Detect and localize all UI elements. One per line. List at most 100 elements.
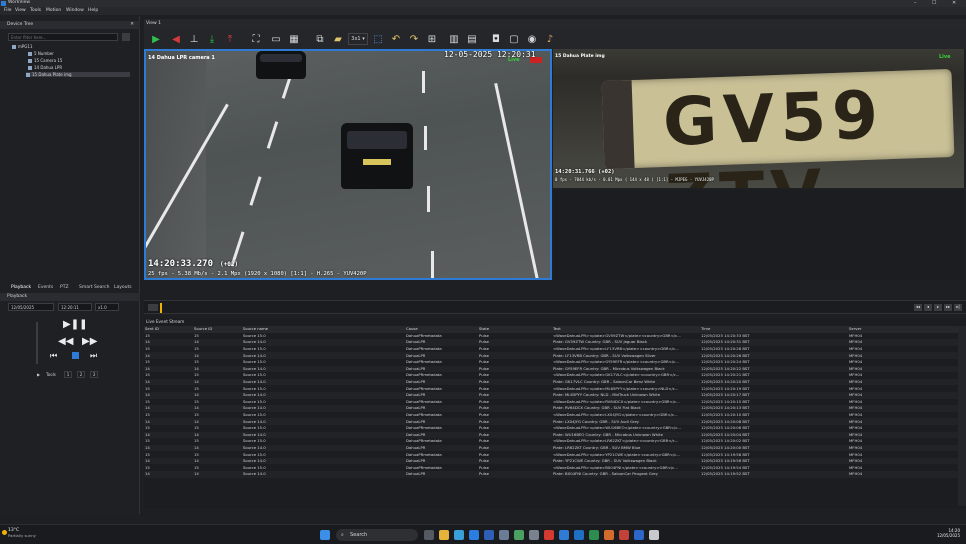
app-icon-11[interactable]	[649, 530, 659, 540]
table-row[interactable]: 15 15 Source 15.0 DahuaPRmetadata Pulse <Wave…	[144, 385, 958, 392]
menu-window[interactable]: Window	[66, 8, 84, 13]
taskbar-search[interactable]: ⌕ Search	[336, 529, 418, 541]
system-clock[interactable]: 14:20 12/05/2025	[937, 528, 960, 538]
tree-item-number[interactable]: 5 Number	[28, 51, 54, 56]
table-row[interactable]: 15 15 Source 15.0 DahuaPRmetadata Pulse <Wave…	[144, 464, 958, 471]
table-row[interactable]: 14 14 Source 14.0 DahuaLPR Pulse Plate: ML65P…	[144, 391, 958, 399]
rows-icon[interactable]: ▤	[466, 33, 478, 45]
table-row[interactable]: 14 14 Source 14.0 DahuaLPR Pulse Plate: LR62Z…	[144, 444, 958, 452]
microphone-icon[interactable]: ♪	[544, 33, 556, 45]
app-icon-10[interactable]	[634, 530, 644, 540]
timeline-zoom-out-button[interactable]: ◂◂	[914, 304, 922, 311]
table-row[interactable]: 14 14 Source 14.0 DahuaLPR Pulse Plate: BX04F…	[144, 471, 958, 478]
maximize-button[interactable]: ☐	[932, 0, 936, 6]
timeline-zoom-in-button[interactable]: ▸▸	[944, 304, 952, 311]
table-row[interactable]: 15 15 Source 15.0 DahuaPRmetadata Pulse <Wave…	[144, 412, 958, 419]
tab-playback[interactable]: Playback	[11, 285, 31, 290]
menu-view[interactable]: View	[15, 8, 26, 13]
stop-button[interactable]	[72, 352, 79, 359]
column-header[interactable]: Text	[552, 326, 700, 333]
table-row[interactable]: 14 14 Source 14.0 DahuaLPR Pulse Plate: LX04J…	[144, 418, 958, 425]
tree-item-camera-15[interactable]: 15 Camera 15	[28, 58, 62, 63]
tools-arrow-icon[interactable]: ▶	[37, 372, 40, 377]
app-icon-3[interactable]	[529, 530, 539, 540]
tab-smart-search[interactable]: Smart Search	[79, 285, 110, 290]
undo-icon[interactable]: ↶	[390, 33, 402, 45]
device-filter-input[interactable]: Enter filter here...	[8, 33, 118, 41]
app-icon-9[interactable]	[619, 530, 629, 540]
store-icon[interactable]	[469, 530, 479, 540]
close-button[interactable]: ✕	[952, 0, 956, 6]
column-header[interactable]: Sent ID	[144, 326, 193, 333]
view-tab[interactable]: View 1	[146, 21, 161, 26]
table-row[interactable]: 15 15 Source 15.0 DahuaPRmetadata Pulse <Wave…	[144, 399, 958, 406]
table-row[interactable]: 14 14 Source 14.0 DahuaLPR Pulse Plate: RV64D…	[144, 405, 958, 412]
download-icon[interactable]: ⤓	[206, 33, 218, 45]
window-icon[interactable]: ▢	[508, 33, 520, 45]
close-icon[interactable]: ✕	[130, 22, 134, 27]
table-row[interactable]: 14 14 Source 14.0 DahuaLPR Pulse Plate: LF13V…	[144, 352, 958, 359]
rewind-button[interactable]: ◀◀	[58, 337, 73, 347]
fullscreen-icon[interactable]: ⛶	[250, 33, 262, 45]
table-row[interactable]: 15 15 Source 15.0 DahuaPRmetadata Pulse <Wave…	[144, 438, 958, 445]
split-icon[interactable]: ⊞	[426, 33, 438, 45]
table-row[interactable]: 15 15 Source 15.0 DahuaPRmetadata Pulse <Wave…	[144, 451, 958, 458]
grid-icon[interactable]: ▦	[288, 33, 300, 45]
app-icon-7[interactable]	[589, 530, 599, 540]
app-icon-4[interactable]	[544, 530, 554, 540]
weather-widget[interactable]: 13°C Partially sunny	[8, 528, 36, 538]
volume-slider[interactable]	[36, 322, 38, 364]
app-icon-1[interactable]	[499, 530, 509, 540]
timeline[interactable]: ◂◂ ◂ ▸ ▸▸ ▸|	[144, 300, 966, 314]
app-icon-5[interactable]	[559, 530, 569, 540]
camera-snapshot-icon[interactable]: ◘	[490, 33, 502, 45]
step-forward-button[interactable]: ⏭	[90, 351, 97, 361]
playback-date-field[interactable]: 12/05/2025	[8, 303, 54, 311]
tool-1-button[interactable]: 1	[64, 371, 72, 378]
menu-help[interactable]: Help	[88, 8, 98, 13]
table-row[interactable]: 15 15 Source 15.0 DahuaPRmetadata Pulse <Wave…	[144, 372, 958, 379]
table-row[interactable]: 15 15 Source 15.0 DahuaPRmetadata Pulse <Wave…	[144, 425, 958, 432]
tree-root[interactable]: mPG11	[12, 44, 33, 49]
lock-icon[interactable]: ⬚	[372, 33, 384, 45]
tree-item-dahua-lpr[interactable]: 14 Dahua LPR	[28, 65, 62, 70]
timeline-forward-button[interactable]: ▸	[934, 304, 942, 311]
tool-2-button[interactable]: 2	[77, 371, 85, 378]
play-pause-button[interactable]: ▶❚❚	[63, 320, 87, 330]
layout-select[interactable]: 3x1 ▾	[348, 33, 368, 45]
app-icon-8[interactable]	[604, 530, 614, 540]
task-view-icon[interactable]	[424, 530, 434, 540]
video-pane-lpr[interactable]: 14 Dahua LPR camera 1 Live 12-05-2025 12…	[144, 49, 552, 280]
app-icon-6[interactable]	[574, 530, 584, 540]
column-header[interactable]: Cause	[405, 326, 478, 333]
copy-icon[interactable]: ⧉	[314, 33, 326, 45]
tree-item-dahua-plate-img[interactable]: 15 Dahua Plate img	[26, 72, 130, 77]
redo-icon[interactable]: ↷	[408, 33, 420, 45]
tab-layouts[interactable]: Layouts	[114, 285, 132, 290]
outlook-icon[interactable]	[484, 530, 494, 540]
column-header[interactable]: Source ID	[193, 326, 242, 333]
export-icon[interactable]: ⤒	[224, 33, 236, 45]
record-back-icon[interactable]: ◀	[170, 33, 182, 45]
timeline-nav-icon[interactable]	[148, 304, 158, 311]
folder-icon[interactable]: ▰	[332, 33, 344, 45]
table-row[interactable]: 14 14 Source 14.0 DahuaLPR Pulse Plate: GK17V…	[144, 378, 958, 386]
table-row[interactable]: 15 15 Source 15.0 DahuaPRmetadata Pulse <Wave…	[144, 359, 958, 366]
file-explorer-icon[interactable]	[439, 530, 449, 540]
columns-icon[interactable]: ▥	[448, 33, 460, 45]
timeline-back-button[interactable]: ◂	[924, 304, 932, 311]
video-pane-plate[interactable]: GV59 ZTV 15 Dahua Plate img Live 14:20:3…	[553, 49, 964, 188]
video-pane-empty[interactable]	[553, 190, 964, 280]
align-icon[interactable]: ⊥	[188, 33, 200, 45]
table-row[interactable]: 14 14 Source 14.0 DahuaLPR Pulse Plate: WU16B…	[144, 431, 958, 439]
app-icon-2[interactable]	[514, 530, 524, 540]
timeline-cursor[interactable]	[160, 303, 162, 313]
table-row[interactable]: 14 14 Source 14.0 DahuaLPR Pulse Plate: YP21C…	[144, 457, 958, 465]
table-row[interactable]: 14 14 Source 14.0 DahuaLPR Pulse Plate: GY59E…	[144, 365, 958, 373]
timeline-end-button[interactable]: ▸|	[954, 304, 962, 311]
playback-time-field[interactable]: 12:20:11	[58, 303, 92, 311]
monitor-icon[interactable]: ▭	[270, 33, 282, 45]
table-row[interactable]: 15 15 Source 15.0 DahuaPRmetadata Pulse <Wave…	[144, 333, 958, 340]
tool-3-button[interactable]: 3	[90, 371, 98, 378]
tab-events[interactable]: Events	[38, 285, 53, 290]
